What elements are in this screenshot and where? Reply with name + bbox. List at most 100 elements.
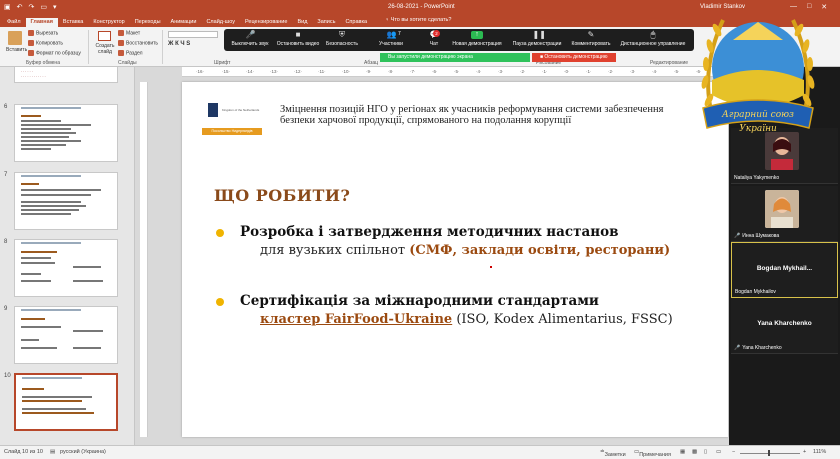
tab-view[interactable]: Вид (292, 18, 312, 27)
normal-view-icon[interactable]: ▦ (680, 449, 685, 455)
logo-bar-text: Посольство Нидерландів (211, 129, 253, 133)
comments-label: Примечания (639, 452, 671, 458)
bullet1-line1[interactable]: Розробка і затвердження методичних наста… (240, 224, 618, 240)
participant-tile[interactable]: Yana Kharchenko 🎤 Yana Kharchenko (731, 298, 838, 354)
new-slide-button[interactable]: Создать слайд (93, 31, 115, 55)
section-button[interactable]: Раздел (118, 50, 143, 56)
layout-button[interactable]: Макет (118, 30, 140, 36)
thumb-line (21, 262, 55, 264)
tab-design[interactable]: Конструктор (88, 18, 129, 27)
tab-animations[interactable]: Анимации (166, 18, 202, 27)
annotate-button[interactable]: ✎ Комментировать (568, 30, 614, 48)
thumb-line (22, 412, 94, 414)
tab-review[interactable]: Рецензирование (240, 18, 292, 27)
notes-button[interactable]: ≐ Заметки (600, 449, 626, 458)
zoom-level[interactable]: 111% (813, 449, 826, 455)
language-indicator[interactable]: русский (Украина) (60, 449, 106, 455)
customize-qat-icon[interactable]: ▾ (53, 3, 57, 11)
slide-title[interactable]: Зміцнення позицій НГО у регіонах як учас… (280, 104, 700, 126)
reading-view-icon[interactable]: ▯ (704, 449, 707, 455)
thumb-line (21, 251, 57, 253)
emblem-text-line2: України (739, 124, 777, 134)
zoom-slider[interactable] (740, 453, 800, 454)
stop-video-button[interactable]: ■ Остановить видео (276, 31, 320, 48)
slide-thumbnail-7[interactable] (14, 172, 118, 230)
slide-thumbnails-panel[interactable]: · · · · · · · · · · · · · · · · · · 6 7 (0, 67, 135, 445)
reset-button[interactable]: Восстановить (118, 40, 158, 46)
participant-tile-active[interactable]: Bogdan Mykhail... Bogdan Mykhailov (731, 242, 838, 298)
tab-help[interactable]: Справка (340, 18, 372, 27)
font-style-buttons[interactable]: Ж К Ч S (168, 41, 218, 47)
security-button[interactable]: ⛨ Безопасность (324, 31, 360, 48)
participant-name: 🎤 Yana Kharchenko (734, 345, 782, 351)
slide-thumbnail-6[interactable] (14, 104, 118, 162)
mute-button[interactable]: 🎤 Выключить звук (230, 31, 270, 48)
thumb-line (21, 140, 81, 142)
font-controls[interactable]: Ж К Ч S (168, 31, 218, 53)
tab-insert[interactable]: Вставка (58, 18, 88, 27)
chat-button[interactable]: 💬2Чат (424, 30, 444, 47)
bullet2-line1[interactable]: Сертифікація за міжнародними стандартами (240, 293, 599, 309)
tab-home[interactable]: Главная (25, 18, 58, 27)
undo-icon[interactable]: ↶ (17, 3, 23, 11)
bullet-dot (216, 229, 224, 237)
tab-transitions[interactable]: Переходы (130, 18, 166, 27)
slide-sorter-icon[interactable]: ▩ (692, 449, 697, 455)
stop-video-label: Остановить видео (276, 41, 320, 47)
slide-heading[interactable]: ЩО РОБИТИ? (214, 186, 350, 205)
brush-icon (28, 50, 34, 56)
pause-icon: ❚❚ (532, 30, 546, 39)
tab-slideshow[interactable]: Слайд-шоу (201, 18, 240, 27)
copy-button[interactable]: Копировать (28, 40, 63, 46)
bullet2-line2[interactable]: кластер FairFood-Ukraine (ISO, Kodex Ali… (260, 312, 673, 327)
security-label: Безопасность (326, 41, 358, 47)
zoom-slider-handle[interactable] (768, 450, 770, 456)
format-painter-button[interactable]: Формат по образцу (28, 50, 81, 56)
slide-counter: Слайд 10 из 10 (4, 449, 43, 455)
zoom-out-icon[interactable]: − (732, 449, 735, 455)
slide-thumbnail-9[interactable] (14, 306, 118, 364)
thumb-line (21, 201, 81, 203)
new-share-button[interactable]: ↑ Новая демонстрация (450, 31, 504, 47)
spellcheck-icon[interactable]: ▤ (50, 449, 55, 455)
paste-button[interactable]: Вставить (6, 31, 27, 53)
tell-me-search[interactable]: ♀ Что вы хотите сделать? (385, 17, 451, 23)
comments-button[interactable]: ▭ Примечания (634, 449, 671, 458)
zoom-in-icon[interactable]: + (803, 449, 806, 455)
tell-me-text: Что вы хотите сделать? (390, 17, 452, 23)
slide-thumbnail-8[interactable] (14, 239, 118, 297)
slide-canvas[interactable]: Kingdom of the Netherlands Посольство Ни… (182, 82, 728, 437)
stop-share-button[interactable]: ■ Остановить демонстрацию (532, 53, 616, 62)
thumb-line (21, 120, 61, 122)
share-screen-icon: ↑ (471, 31, 483, 39)
participants-button[interactable]: 👥 Участники 7 (374, 31, 408, 48)
logo-caption: Kingdom of the Netherlands (222, 108, 260, 112)
cut-button[interactable]: Вырезать (28, 30, 58, 36)
remote-control-button[interactable]: 🖱 Дистанционное управление (618, 31, 688, 48)
thumb-line (21, 326, 61, 328)
new-share-label: Новая демонстрация (452, 41, 502, 47)
thumb-line (22, 396, 92, 398)
slideshow-view-icon[interactable]: ▭ (716, 449, 721, 455)
reset-label: Восстановить (126, 40, 159, 47)
group-clipboard-label: Буфер обмена (26, 60, 60, 66)
thumb-line (21, 318, 45, 320)
slide-thumbnail-partial[interactable]: · · · · · · · · · · · · · · · · · · (14, 67, 118, 83)
redo-icon[interactable]: ↷ (29, 3, 35, 11)
group-paragraph-label: Абзац (364, 60, 379, 66)
slide-thumbnail-10[interactable] (14, 373, 118, 431)
tab-file[interactable]: Файл (2, 18, 26, 27)
annotate-icon: ✎ (587, 30, 595, 39)
save-icon[interactable]: ▣ (4, 3, 11, 11)
emblem-text-line1: Аграрний союз (721, 110, 794, 120)
bullet1-line2[interactable]: для вузьких спільнот (СМФ, заклади освіт… (260, 243, 670, 258)
start-slideshow-icon[interactable]: ▭ (40, 3, 47, 11)
vertical-ruler (140, 82, 148, 437)
thumbnail-number: 9 (4, 306, 8, 312)
tab-recording[interactable]: Запись (312, 18, 340, 27)
bullet-dot (216, 298, 224, 306)
pause-share-button[interactable]: ❚❚ Пауза демонстрации (510, 30, 564, 48)
participant-tile[interactable]: 🎤 Инна Шумакова (731, 186, 838, 242)
font-name-field[interactable] (168, 31, 218, 38)
participant-display-name: Yana Kharchenko (757, 320, 812, 327)
